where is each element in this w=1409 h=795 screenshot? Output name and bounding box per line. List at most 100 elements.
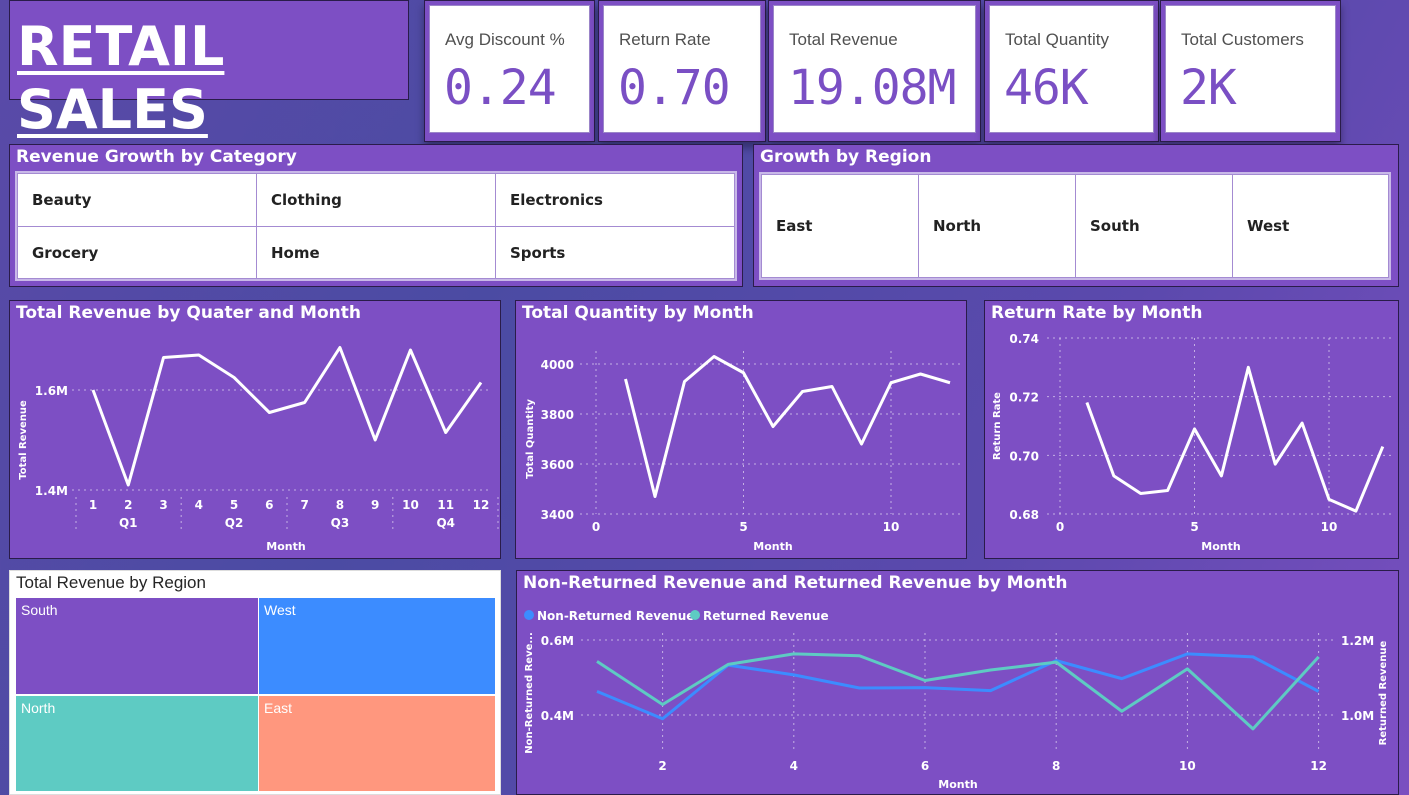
quarter-label: Q2 xyxy=(225,516,244,530)
y-tick-label-right: 1.0M xyxy=(1341,709,1374,723)
treemap-cell-west[interactable]: West xyxy=(259,598,495,694)
x-tick-label: 8 xyxy=(1052,759,1060,773)
x-tick-label: 12 xyxy=(1310,759,1327,773)
treemap-cell-north[interactable]: North xyxy=(16,696,258,791)
y-tick-label: 1.6M xyxy=(35,384,68,398)
x-tick-label: 12 xyxy=(473,498,490,512)
return-rate-chart-svg: 0.68 0.70 0.72 0.74 0 5 10 Return Rate Month xyxy=(992,332,1395,553)
x-tick-label: 0 xyxy=(592,520,600,534)
x-axis-title: Month xyxy=(753,540,792,553)
y-tick-label: 4000 xyxy=(541,358,574,372)
y-tick-label: 3600 xyxy=(541,458,574,472)
x-tick-label: 10 xyxy=(402,498,419,512)
region-cell-south[interactable]: South xyxy=(1075,174,1233,278)
kpi-card-body: Total Revenue 19.08M xyxy=(773,5,976,133)
kpi-card-body: Total Quantity 46K xyxy=(989,5,1154,133)
x-tick-label: 2 xyxy=(124,498,132,512)
region-growth-panel: Growth by Region East North South West xyxy=(753,144,1399,287)
quantity-chart-svg: 3400 3600 3800 4000 0 5 10 Total Quantity Month xyxy=(525,351,962,553)
y-tick-label-right: 1.2M xyxy=(1341,634,1374,648)
category-cell-sports[interactable]: Sports xyxy=(495,226,735,279)
legend-label: Returned Revenue xyxy=(703,609,829,623)
kpi-card-avg-discount[interactable]: Avg Discount % 0.24 xyxy=(424,0,595,142)
revenue-chart-svg: 1.4M1.6MTotal Revenue1 2 3 4 5 6 7 8 9 10 11 12Q1 Q2… xyxy=(18,346,499,553)
kpi-label: Total Customers xyxy=(1181,30,1304,49)
kpi-card-total-quantity[interactable]: Total Quantity 46K xyxy=(984,0,1159,142)
x-tick-label: 8 xyxy=(336,498,344,512)
x-tick-label: 1 xyxy=(89,498,97,512)
quantity-line xyxy=(624,355,951,498)
kpi-card-body: Return Rate 0.70 xyxy=(603,5,761,133)
revenue-line xyxy=(91,346,483,487)
y-axis-title: Return Rate xyxy=(992,392,1003,460)
x-tick-label: 4 xyxy=(790,759,798,773)
kpi-value: 19.08M xyxy=(788,60,956,116)
y-tick-label: 0.74 xyxy=(1009,332,1039,346)
kpi-card-total-revenue[interactable]: Total Revenue 19.08M xyxy=(768,0,981,142)
panel-title: Growth by Region xyxy=(760,147,932,167)
returned-chart-svg: Non-Returned Revenue Returned Revenue 0.4M… xyxy=(524,609,1389,791)
y-tick-label: 3400 xyxy=(541,508,574,522)
legend-marker-blue xyxy=(524,610,534,620)
y-tick-label: 0.68 xyxy=(1009,508,1039,522)
y-axis-title-right: Returned Revenue xyxy=(1378,640,1389,745)
kpi-card-body: Avg Discount % 0.24 xyxy=(429,5,590,133)
returned-revenue-line xyxy=(596,652,1320,731)
page-title: RETAIL SALES xyxy=(17,15,225,141)
x-tick-label: 10 xyxy=(1321,520,1338,534)
category-cell-clothing[interactable]: Clothing xyxy=(256,173,496,227)
category-cell-beauty[interactable]: Beauty xyxy=(17,173,257,227)
treemap-title: Total Revenue by Region xyxy=(16,573,206,592)
kpi-value: 46K xyxy=(1004,60,1089,116)
kpi-card-return-rate[interactable]: Return Rate 0.70 xyxy=(598,0,766,142)
y-tick-label: 3800 xyxy=(541,408,574,422)
x-tick-label: 2 xyxy=(658,759,666,773)
treemap-cell-east[interactable]: East xyxy=(259,696,495,791)
x-tick-label: 5 xyxy=(739,520,747,534)
category-cell-home[interactable]: Home xyxy=(256,226,496,279)
x-tick-label: 3 xyxy=(159,498,167,512)
revenue-by-region-treemap[interactable]: Total Revenue by Region South West North… xyxy=(9,570,501,795)
kpi-label: Avg Discount % xyxy=(445,30,565,49)
x-tick-label: 11 xyxy=(437,498,454,512)
return-rate-line xyxy=(1085,365,1385,513)
y-tick-label: 1.4M xyxy=(35,484,68,498)
treemap-cell-south[interactable]: South xyxy=(16,598,258,694)
region-cell-west[interactable]: West xyxy=(1232,174,1389,278)
x-axis-title: Month xyxy=(1201,540,1240,553)
x-axis-title: Month xyxy=(938,778,977,791)
category-cell-electronics[interactable]: Electronics xyxy=(495,173,735,227)
category-matrix: Beauty Clothing Electronics Grocery Home… xyxy=(15,171,737,281)
kpi-value: 0.70 xyxy=(618,60,731,116)
title-panel: RETAIL SALES xyxy=(9,0,409,141)
x-tick-label: 10 xyxy=(883,520,900,534)
legend-marker-teal xyxy=(690,610,700,620)
legend-label: Non-Returned Revenue xyxy=(537,609,694,623)
region-cell-north[interactable]: North xyxy=(918,174,1076,278)
x-tick-label: 0 xyxy=(1056,520,1064,534)
returned-vs-nonreturned-chart[interactable]: Non-Returned Revenue and Returned Revenu… xyxy=(516,570,1399,795)
y-tick-label: 0.72 xyxy=(1009,391,1039,405)
x-tick-label: 6 xyxy=(265,498,273,512)
quarter-label: Q1 xyxy=(119,516,138,530)
category-growth-panel: Revenue Growth by Category Beauty Clothi… xyxy=(9,144,743,287)
kpi-card-total-customers[interactable]: Total Customers 2K xyxy=(1160,0,1341,142)
region-cell-east[interactable]: East xyxy=(761,174,919,278)
kpi-label: Total Quantity xyxy=(1005,30,1109,49)
x-tick-label: 10 xyxy=(1179,759,1196,773)
kpi-value: 2K xyxy=(1180,60,1237,116)
x-tick-label: 7 xyxy=(300,498,308,512)
region-matrix: East North South West xyxy=(759,172,1391,280)
kpi-label: Total Revenue xyxy=(789,30,898,49)
x-tick-label: 6 xyxy=(921,759,929,773)
quantity-by-month-chart[interactable]: Total Quantity by Month 3400 3600 3800 4000… xyxy=(515,300,967,559)
non-returned-revenue-line xyxy=(596,652,1320,721)
return-rate-by-month-chart[interactable]: Return Rate by Month 0.68 0.70 0.72 0.74 0 5 1… xyxy=(984,300,1399,559)
y-tick-label-left: 0.6M xyxy=(541,634,574,648)
revenue-by-quarter-chart[interactable]: Total Revenue by Quater and Month 1.4M 1.… xyxy=(9,300,501,559)
quarter-label: Q3 xyxy=(331,516,350,530)
kpi-label: Return Rate xyxy=(619,30,711,49)
kpi-value: 0.24 xyxy=(444,60,557,116)
y-tick-label-left: 0.4M xyxy=(541,709,574,723)
category-cell-grocery[interactable]: Grocery xyxy=(17,226,257,279)
